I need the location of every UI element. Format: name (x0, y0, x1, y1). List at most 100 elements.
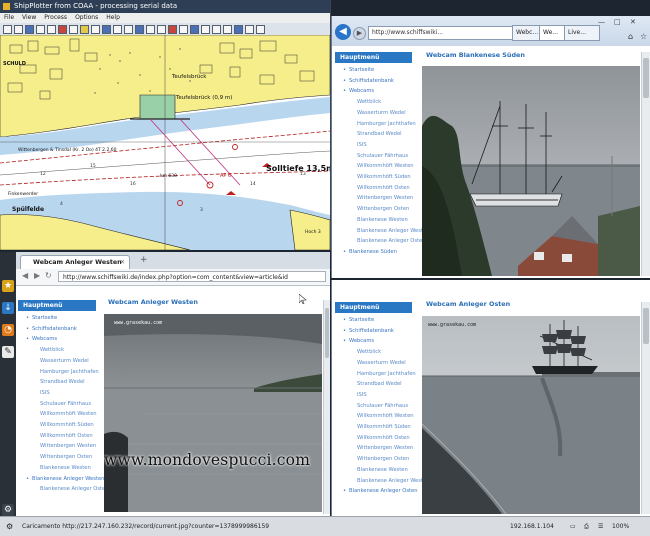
sidebar-item[interactable]: Blankenese Anleger Westen (335, 476, 429, 487)
settings-icon[interactable]: ⚙ (6, 517, 13, 536)
sidebar-item[interactable]: Willkommhöft Osten (18, 431, 96, 442)
chart-icon[interactable] (135, 24, 144, 34)
sidebar-item[interactable]: Startseite (335, 315, 412, 326)
minimize-button[interactable]: — (598, 18, 605, 26)
edit-icon[interactable]: ✎ (2, 346, 14, 358)
filter-icon[interactable] (113, 24, 122, 34)
sidebar-item[interactable]: Hamburger Jachthafen (335, 369, 416, 380)
sidebar-item[interactable]: Hamburger Jachthafen (335, 119, 416, 130)
connect-icon[interactable] (25, 24, 34, 34)
scrollbar-right[interactable] (641, 302, 650, 514)
print-icon[interactable]: ⎙ (584, 517, 589, 536)
open-icon[interactable] (3, 24, 12, 34)
ship-icon[interactable] (80, 24, 89, 34)
sidebar-item[interactable]: Willkommhöft Süden (18, 420, 96, 431)
sidebar-item[interactable]: Wittenbergen Westen (18, 441, 96, 452)
sidebar-item[interactable]: Blankenese Westen (335, 465, 412, 476)
sidebar-item[interactable]: Wittenbergen Westen (335, 443, 413, 454)
home-icon[interactable]: ⌂ (628, 32, 633, 41)
sidebar-item[interactable]: Blankenese Anleger Westen (18, 474, 104, 485)
sidebar-item[interactable]: Wittenbergen Osten (335, 454, 412, 465)
shipplotter-titlebar[interactable]: ShipPlotter from COAA - processing seria… (0, 0, 330, 13)
close-button[interactable]: ✕ (630, 18, 636, 26)
sidebar-item[interactable]: Wettblick (18, 345, 96, 356)
map-icon[interactable] (102, 24, 111, 34)
sidebar-item[interactable]: ISIS (335, 140, 412, 151)
star-icon[interactable]: ★ (2, 280, 14, 292)
layers-icon[interactable] (212, 24, 221, 34)
info-icon[interactable] (179, 24, 188, 34)
sidebar-item[interactable]: Blankenese Westen (335, 215, 412, 226)
tab-live[interactable]: Live... (564, 25, 600, 41)
sidebar-item[interactable]: Wasserturm Wedel (335, 108, 412, 119)
page-icon[interactable]: ▭ (570, 517, 576, 536)
sidebar-item[interactable]: ISIS (335, 390, 412, 401)
north-icon[interactable] (245, 24, 254, 34)
scrollbar-top[interactable] (641, 52, 650, 276)
sidebar-item[interactable]: Wasserturm Wedel (335, 358, 412, 369)
sidebar-item[interactable]: Blankenese Anleger Westen (335, 226, 429, 237)
back-arrow-icon[interactable]: ◀ (22, 271, 28, 280)
sidebar-item[interactable]: Wittenbergen Osten (18, 452, 96, 463)
new-tab-button[interactable]: + (140, 255, 148, 265)
sidebar-item[interactable]: Strandbad Wedel (18, 377, 96, 388)
sidebar-item[interactable]: Startseite (18, 313, 96, 324)
sidebar-item[interactable]: Schiffsdatenbank (335, 326, 412, 337)
sidebar-item[interactable]: Willkommhöft Süden (335, 422, 412, 433)
address-bar[interactable]: http://www.schiffswiki.de/index.php?opti… (58, 271, 326, 282)
sidebar-item[interactable]: Webcams (335, 336, 412, 347)
sidebar-item[interactable]: Wittenbergen Westen (335, 193, 413, 204)
sidebar-item[interactable]: Schiffsdatenbank (18, 324, 96, 335)
sidebar-item[interactable]: Strandbad Wedel (335, 129, 412, 140)
help-icon[interactable] (190, 24, 199, 34)
zoom-out-icon[interactable] (47, 24, 56, 34)
zoom-in-icon[interactable] (36, 24, 45, 34)
stop-icon[interactable] (58, 24, 67, 34)
sidebar-item[interactable]: Willkommhöft Westen (335, 411, 414, 422)
list-icon[interactable] (91, 24, 100, 34)
sidebar-item[interactable]: Strandbad Wedel (335, 379, 412, 390)
sidebar-item[interactable]: Hamburger Jachthafen (18, 367, 99, 378)
download-icon[interactable]: ↓ (2, 302, 14, 314)
range-icon[interactable] (223, 24, 232, 34)
sidebar-item[interactable]: Willkommhöft Westen (18, 409, 97, 420)
sidebar-item[interactable]: Blankenese Anleger Osten (335, 236, 426, 247)
center-icon[interactable] (234, 24, 243, 34)
sidebar-item[interactable]: Wettblick (335, 97, 412, 108)
favorites-icon[interactable]: ☆ (640, 32, 647, 41)
sidebar-item[interactable]: Blankenese Süden (335, 247, 412, 258)
maximize-button[interactable]: □ (614, 18, 621, 26)
sidebar-item[interactable]: Blankenese Anleger Osten (335, 486, 418, 497)
sidebar-item[interactable]: Schiffsdatenbank (335, 76, 412, 87)
menu-item-process[interactable]: Process (44, 14, 67, 21)
sidebar-item[interactable]: Startseite (335, 65, 412, 76)
nautical-chart[interactable]: 121516 141343 Teufelsbrück Teufelsbrück … (0, 35, 330, 250)
forward-button[interactable]: ▶ (353, 27, 366, 40)
alarm-icon[interactable] (168, 24, 177, 34)
sidebar-item[interactable]: Wettblick (335, 347, 412, 358)
tab-webcam-anleger-westen[interactable]: Webcam Anleger Westen ✕ (20, 255, 130, 269)
track-icon[interactable] (124, 24, 133, 34)
sidebar-item[interactable]: Blankenese Westen (18, 463, 96, 474)
sidebar-item[interactable]: Willkommhöft Süden (335, 172, 412, 183)
rss-icon[interactable]: ◔ (2, 324, 14, 336)
close-tab-icon[interactable]: ✕ (120, 256, 125, 270)
sidebar-item[interactable]: ISIS (18, 388, 96, 399)
sidebar-item[interactable]: Webcams (18, 334, 96, 345)
address-bar[interactable]: http://www.schiffswiki... (368, 26, 513, 40)
sidebar-item[interactable]: Blankenese Anleger Osten (18, 484, 109, 495)
scrollbar-left[interactable] (323, 300, 330, 514)
sidebar-item[interactable]: Willkommhöft Osten (335, 433, 412, 444)
settings-icon[interactable]: ⚙ (2, 504, 14, 516)
settings-icon[interactable] (146, 24, 155, 34)
print-icon[interactable] (157, 24, 166, 34)
sidebar-item[interactable]: Schulauer Fährhaus (335, 401, 412, 412)
forward-arrow-icon[interactable]: ▶ (34, 271, 40, 280)
sidebar-item[interactable]: Willkommhöft Westen (335, 161, 414, 172)
sidebar-item[interactable]: Wittenbergen Osten (335, 204, 412, 215)
save-icon[interactable] (14, 24, 23, 34)
sidebar-item[interactable]: Wasserturm Wedel (18, 356, 96, 367)
menu-icon[interactable]: ☰ (598, 517, 603, 536)
ruler-icon[interactable] (256, 24, 265, 34)
menu-item-options[interactable]: Options (75, 14, 98, 21)
